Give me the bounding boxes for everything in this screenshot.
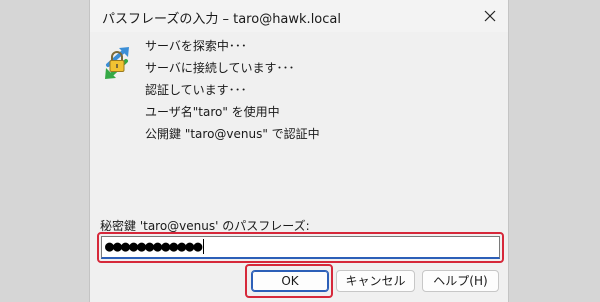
status-message: ユーザ名"taro" を使用中 bbox=[145, 105, 280, 119]
status-message: 認証しています･･･ bbox=[145, 83, 247, 97]
status-message: サーバを探索中･･･ bbox=[145, 39, 247, 53]
title-bar: パスフレーズの入力 – taro@hawk.local bbox=[90, 0, 508, 32]
status-message-list: サーバを探索中･･･ サーバに接続しています･･･ 認証しています･･･ ユーザ… bbox=[145, 35, 320, 145]
close-button[interactable] bbox=[478, 4, 502, 28]
cancel-button[interactable]: キャンセル bbox=[336, 270, 415, 292]
status-message: 公開鍵 "taro@venus" で認証中 bbox=[145, 127, 320, 141]
passphrase-input[interactable]: ●●●●●●●●●●●● bbox=[101, 236, 500, 259]
key-exchange-icon bbox=[105, 47, 129, 79]
close-icon bbox=[484, 10, 496, 22]
passphrase-masked-value: ●●●●●●●●●●●● bbox=[105, 237, 202, 255]
help-button[interactable]: ヘルプ(H) bbox=[422, 270, 499, 292]
ok-button[interactable]: OK bbox=[251, 270, 329, 292]
text-caret bbox=[203, 239, 205, 254]
dialog-title: パスフレーズの入力 – taro@hawk.local bbox=[102, 12, 341, 27]
status-message: サーバに接続しています･･･ bbox=[145, 61, 295, 75]
passphrase-dialog: パスフレーズの入力 – taro@hawk.local サーバを探索中･･･ サ… bbox=[89, 0, 509, 302]
